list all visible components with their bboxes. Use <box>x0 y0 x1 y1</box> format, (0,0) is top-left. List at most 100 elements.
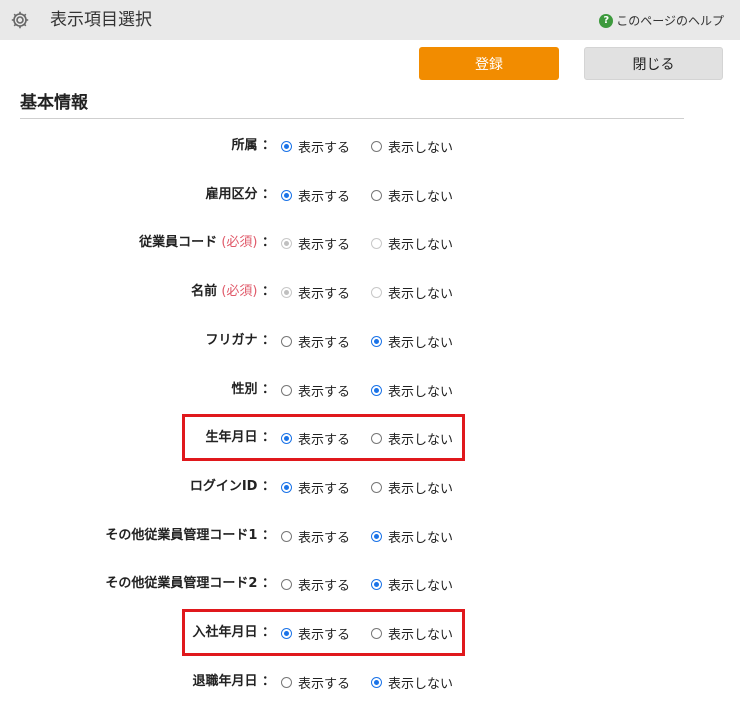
option-label: 表示する <box>298 676 351 692</box>
field-row: 雇用区分 ： 表示する 表示しない <box>0 185 740 205</box>
show-radio[interactable] <box>281 335 292 347</box>
field-label-text: 所属 <box>231 138 258 153</box>
field-label: 名前 (必須) ： <box>191 282 275 302</box>
label-colon: ： <box>257 479 275 494</box>
field-label: その他従業員管理コード1 ： <box>105 526 275 546</box>
hide-option[interactable]: 表示しない <box>371 380 453 400</box>
hide-option[interactable]: 表示しない <box>371 185 453 205</box>
show-option[interactable]: 表示する <box>281 672 350 692</box>
hide-radio <box>371 237 382 249</box>
field-row: ログインID ： 表示する 表示しない <box>0 477 740 497</box>
option-label: 表示する <box>298 384 351 400</box>
page-title: 表示項目選択 <box>50 10 152 30</box>
label-colon: ： <box>257 187 275 202</box>
option-label: 表示しない <box>388 237 454 253</box>
field-row: その他従業員管理コード1 ： 表示する 表示しない <box>0 526 740 546</box>
field-row: 所属 ： 表示する 表示しない <box>0 136 740 156</box>
hide-option: 表示しない <box>371 233 453 253</box>
hide-radio[interactable] <box>371 578 382 590</box>
field-row: 退職年月日 ： 表示する 表示しない <box>0 672 740 692</box>
hide-radio <box>371 286 382 298</box>
hide-radio[interactable] <box>371 676 382 688</box>
option-label: 表示しない <box>388 286 454 302</box>
option-label: 表示する <box>298 578 351 594</box>
required-mark: (必須) <box>217 284 258 299</box>
hide-radio[interactable] <box>371 189 382 201</box>
option-label: 表示する <box>298 286 351 302</box>
gear-icon[interactable] <box>10 10 30 30</box>
label-colon: ： <box>257 674 275 689</box>
show-option[interactable]: 表示する <box>281 526 350 546</box>
help-icon: ? <box>599 14 614 28</box>
field-label-text: その他従業員管理コード1 <box>105 528 258 543</box>
hide-option[interactable]: 表示しない <box>371 331 453 351</box>
option-label: 表示する <box>298 189 351 205</box>
show-option[interactable]: 表示する <box>281 574 350 594</box>
hide-radio[interactable] <box>371 530 382 542</box>
register-button[interactable]: 登録 <box>419 47 559 80</box>
section-title: 基本情報 <box>20 93 88 113</box>
show-option[interactable]: 表示する <box>281 477 350 497</box>
show-option[interactable]: 表示する <box>281 185 350 205</box>
show-option[interactable]: 表示する <box>281 331 350 351</box>
option-label: 表示しない <box>388 530 454 546</box>
section-divider <box>20 118 684 119</box>
label-colon: ： <box>257 235 275 250</box>
field-label: 雇用区分 ： <box>205 185 275 205</box>
hide-radio[interactable] <box>371 384 382 396</box>
highlight-box <box>182 609 465 656</box>
option-label: 表示しない <box>388 189 454 205</box>
option-label: 表示しない <box>388 335 454 351</box>
hide-radio[interactable] <box>371 335 382 347</box>
close-button[interactable]: 閉じる <box>584 47 723 80</box>
option-label: 表示する <box>298 481 351 497</box>
hide-option[interactable]: 表示しない <box>371 574 453 594</box>
field-label-text: その他従業員管理コード2 <box>105 576 258 591</box>
field-label-text: 退職年月日 <box>192 674 258 689</box>
field-label: フリガナ ： <box>205 331 275 351</box>
option-label: 表示する <box>298 237 351 253</box>
field-row: 性別 ： 表示する 表示しない <box>0 380 740 400</box>
label-colon: ： <box>257 138 275 153</box>
option-label: 表示しない <box>388 140 454 156</box>
show-radio[interactable] <box>281 530 292 542</box>
option-label: 表示しない <box>388 481 454 497</box>
help-link[interactable]: ? このページのヘルプ <box>599 14 724 28</box>
label-colon: ： <box>257 333 275 348</box>
hide-option[interactable]: 表示しない <box>371 477 453 497</box>
show-option: 表示する <box>281 233 350 253</box>
hide-option[interactable]: 表示しない <box>371 136 453 156</box>
field-label: 所属 ： <box>231 136 275 156</box>
label-colon: ： <box>257 284 275 299</box>
option-label: 表示する <box>298 140 351 156</box>
field-row: 従業員コード (必須) ： 表示する 表示しない <box>0 233 740 253</box>
field-label-text: フリガナ <box>205 333 258 348</box>
help-label: このページのヘルプ <box>616 14 724 28</box>
show-option[interactable]: 表示する <box>281 136 350 156</box>
option-label: 表示する <box>298 335 351 351</box>
show-radio[interactable] <box>281 676 292 688</box>
field-label: その他従業員管理コード2 ： <box>105 574 275 594</box>
label-colon: ： <box>257 576 275 591</box>
option-label: 表示しない <box>388 676 454 692</box>
field-row: その他従業員管理コード2 ： 表示する 表示しない <box>0 574 740 594</box>
show-radio[interactable] <box>281 578 292 590</box>
show-option[interactable]: 表示する <box>281 380 350 400</box>
field-label-text: 雇用区分 <box>205 187 258 202</box>
field-row: 名前 (必須) ： 表示する 表示しない <box>0 282 740 302</box>
show-option: 表示する <box>281 282 350 302</box>
hide-radio[interactable] <box>371 481 382 493</box>
show-radio[interactable] <box>281 384 292 396</box>
show-radio <box>281 237 292 249</box>
field-label-text: ログインID <box>189 479 258 494</box>
show-radio[interactable] <box>281 481 292 493</box>
hide-option[interactable]: 表示しない <box>371 526 453 546</box>
hide-option[interactable]: 表示しない <box>371 672 453 692</box>
field-label: 従業員コード (必須) ： <box>139 233 275 253</box>
show-radio[interactable] <box>281 189 292 201</box>
highlight-box <box>182 414 465 461</box>
hide-option: 表示しない <box>371 282 453 302</box>
field-label-text: 従業員コード <box>139 235 218 250</box>
show-radio[interactable] <box>281 140 292 152</box>
hide-radio[interactable] <box>371 140 382 152</box>
